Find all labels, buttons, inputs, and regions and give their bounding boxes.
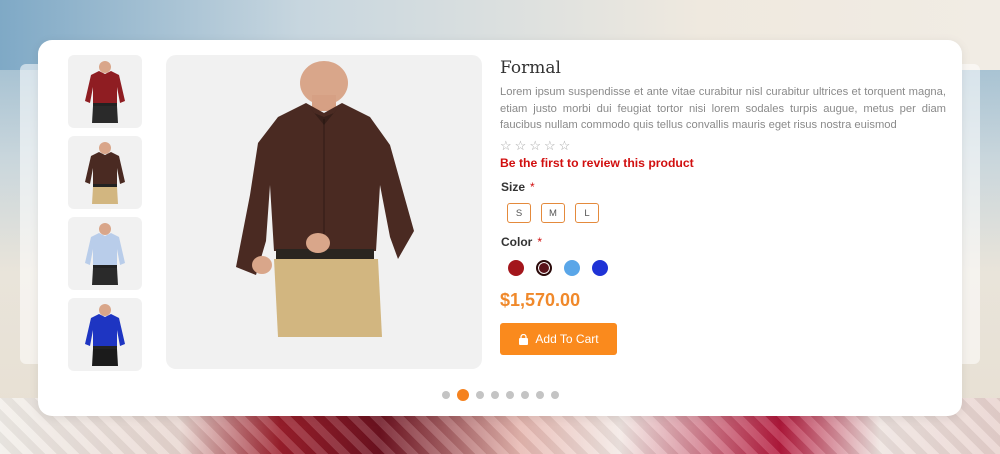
carousel-dot-7[interactable]	[535, 391, 544, 399]
product-title: Formal	[500, 58, 561, 78]
size-option-l[interactable]: L	[575, 203, 599, 223]
carousel-dot-1[interactable]	[441, 391, 450, 399]
carousel-dot-8[interactable]	[550, 391, 559, 399]
thumbnail-3[interactable]	[68, 217, 142, 290]
thumbnail-shirt-image	[85, 222, 125, 285]
thumbnail-2[interactable]	[68, 136, 142, 209]
size-option-m[interactable]: M	[541, 203, 565, 223]
carousel-dot-6[interactable]	[520, 391, 529, 399]
color-option-label: Color *	[501, 235, 946, 249]
color-required-mark: *	[537, 235, 543, 249]
star-icon: ☆	[558, 138, 571, 153]
size-option-s[interactable]: S	[507, 203, 531, 223]
color-swatch-3[interactable]	[564, 260, 580, 276]
carousel-dot-4[interactable]	[490, 391, 499, 399]
product-price: $1,570.00	[500, 290, 581, 310]
size-required-mark: *	[530, 180, 535, 194]
carousel-dot-3[interactable]	[475, 391, 484, 399]
thumbnail-shirt-image	[85, 60, 125, 123]
review-link[interactable]: Be the first to review this product	[500, 156, 694, 170]
product-info: Formal Lorem ipsum suspendisse et ante v…	[500, 55, 946, 355]
star-icon: ☆	[543, 138, 556, 153]
size-options: SML	[507, 203, 946, 223]
add-to-cart-button[interactable]: Add To Cart	[500, 323, 617, 355]
carousel-pagination	[38, 389, 962, 401]
add-to-cart-label: Add To Cart	[535, 332, 599, 346]
color-options	[508, 260, 946, 276]
main-shirt-image	[236, 61, 414, 337]
product-description: Lorem ipsum suspendisse et ante vitae cu…	[500, 86, 946, 131]
product-card: Formal Lorem ipsum suspendisse et ante v…	[38, 40, 962, 416]
size-option-label: Size *	[501, 180, 946, 194]
thumbnail-4[interactable]	[68, 298, 142, 371]
main-product-image[interactable]	[166, 55, 482, 369]
thumbnail-shirt-image	[85, 141, 125, 204]
color-swatch-2[interactable]	[536, 260, 552, 276]
star-icon: ☆	[529, 138, 541, 153]
size-label: Size	[501, 180, 526, 194]
shopping-bag-icon	[519, 333, 529, 345]
rating-stars: ☆ ☆ ☆ ☆ ☆	[500, 138, 946, 154]
thumbnail-list	[68, 55, 142, 379]
thumbnail-shirt-image	[85, 303, 125, 366]
thumbnail-1[interactable]	[68, 55, 142, 128]
color-label: Color	[501, 235, 533, 249]
carousel-dot-5[interactable]	[505, 391, 514, 399]
star-icon: ☆	[514, 138, 527, 153]
carousel-dot-2[interactable]	[456, 389, 469, 401]
color-swatch-1[interactable]	[508, 260, 524, 276]
color-swatch-4[interactable]	[592, 260, 608, 276]
star-icon: ☆	[500, 138, 512, 153]
